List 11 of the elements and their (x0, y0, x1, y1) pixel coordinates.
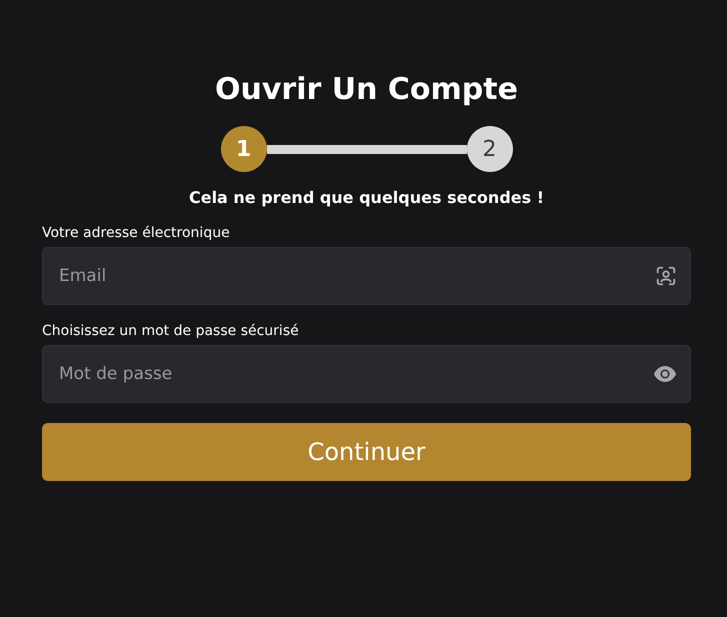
face-scan-icon[interactable] (655, 265, 677, 287)
step-indicator: 2 (466, 126, 512, 172)
step-indicator: 1 (220, 126, 266, 172)
field-label: Choisissez un mot de passe sécurisé (42, 323, 300, 339)
field-label: Votre adresse électronique (42, 225, 231, 241)
continue-button[interactable]: Continuer (42, 423, 691, 481)
password-field[interactable]: Mot de passe (42, 345, 691, 403)
page-title: Ouvrir Un Compte (214, 71, 519, 109)
email-field[interactable]: Email (42, 247, 691, 305)
subtitle: Cela ne prend que quelques secondes ! (188, 188, 546, 207)
eye-icon[interactable] (653, 365, 677, 383)
